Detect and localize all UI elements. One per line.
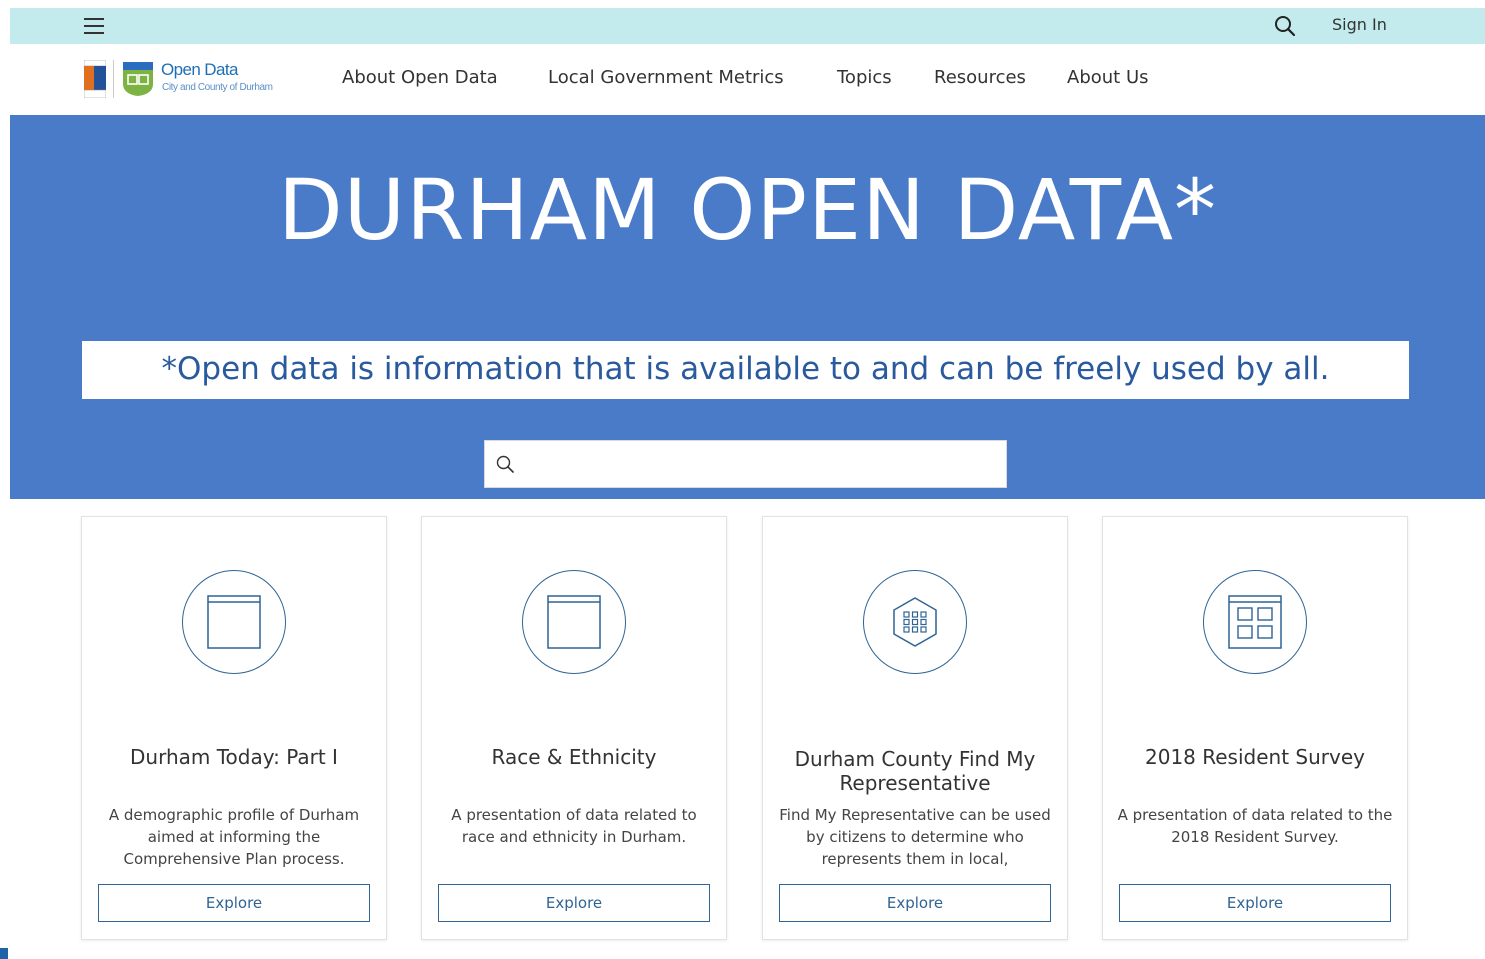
explore-button[interactable]: Explore [1119, 884, 1391, 922]
card-title: Race & Ethnicity [491, 745, 657, 769]
card-race-ethnicity: Race & Ethnicity A presentation of data … [421, 516, 727, 940]
corner-indicator [0, 948, 8, 959]
open-data-badge-icon [122, 62, 154, 96]
card-title: Durham Today: Part I [130, 745, 338, 769]
card-title: Durham County Find My Representative [794, 747, 1036, 795]
dashboard-grid-icon [1228, 595, 1282, 649]
logo-title: Open Data [161, 60, 238, 79]
card-description: A demographic profile of Durham aimed at… [108, 806, 360, 868]
nav-topics[interactable]: Topics [837, 66, 892, 90]
hero-search-input[interactable] [525, 449, 999, 481]
card-resident-survey: 2018 Resident Survey A presentation of d… [1102, 516, 1408, 940]
card-title: 2018 Resident Survey [1145, 745, 1365, 769]
nav-local-government-metrics[interactable]: Local Government Metrics [548, 66, 784, 90]
web-page-icon [207, 595, 261, 649]
card-description: A presentation of data related to race a… [451, 806, 697, 846]
web-page-icon [547, 595, 601, 649]
explore-button[interactable]: Explore [98, 884, 370, 922]
card-icon-circle [1203, 570, 1307, 674]
nav-about-open-data[interactable]: About Open Data [342, 66, 498, 90]
top-utility-bar: Sign In [10, 8, 1485, 44]
county-seal-icon [83, 59, 107, 99]
search-icon[interactable] [1273, 14, 1297, 38]
explore-button[interactable]: Explore [438, 884, 710, 922]
card-icon-circle [522, 570, 626, 674]
hero-title: DURHAM OPEN DATA* [277, 161, 1218, 259]
hamburger-icon[interactable] [82, 14, 106, 38]
nav-about-us[interactable]: About Us [1067, 66, 1149, 90]
card-find-my-representative: Durham County Find My Representative Fin… [762, 516, 1068, 940]
card-icon-circle [863, 570, 967, 674]
card-durham-today: Durham Today: Part I A demographic profi… [81, 516, 387, 940]
card-description: A presentation of data related to the 20… [1117, 806, 1393, 846]
logo-subtitle: City and County of Durham [162, 82, 273, 93]
logo-divider [113, 60, 114, 98]
search-icon [495, 454, 515, 474]
sign-in-link[interactable]: Sign In [1332, 14, 1387, 36]
card-description: Find My Representative can be used by ci… [779, 806, 1051, 868]
site-logo[interactable]: Open Data City and County of Durham [83, 58, 314, 102]
nav-resources[interactable]: Resources [934, 66, 1026, 90]
explore-button[interactable]: Explore [779, 884, 1051, 922]
hero-tagline: *Open data is information that is availa… [161, 351, 1330, 387]
hexagon-grid-icon [893, 597, 937, 647]
page: Sign In Open Data City and County of Dur… [10, 8, 1485, 959]
hero-banner: DURHAM OPEN DATA* *Open data is informat… [10, 115, 1485, 499]
card-icon-circle [182, 570, 286, 674]
main-navigation: Open Data City and County of Durham Abou… [10, 44, 1485, 115]
hero-search-box[interactable] [484, 440, 1007, 488]
tagline-box: *Open data is information that is availa… [82, 341, 1409, 399]
